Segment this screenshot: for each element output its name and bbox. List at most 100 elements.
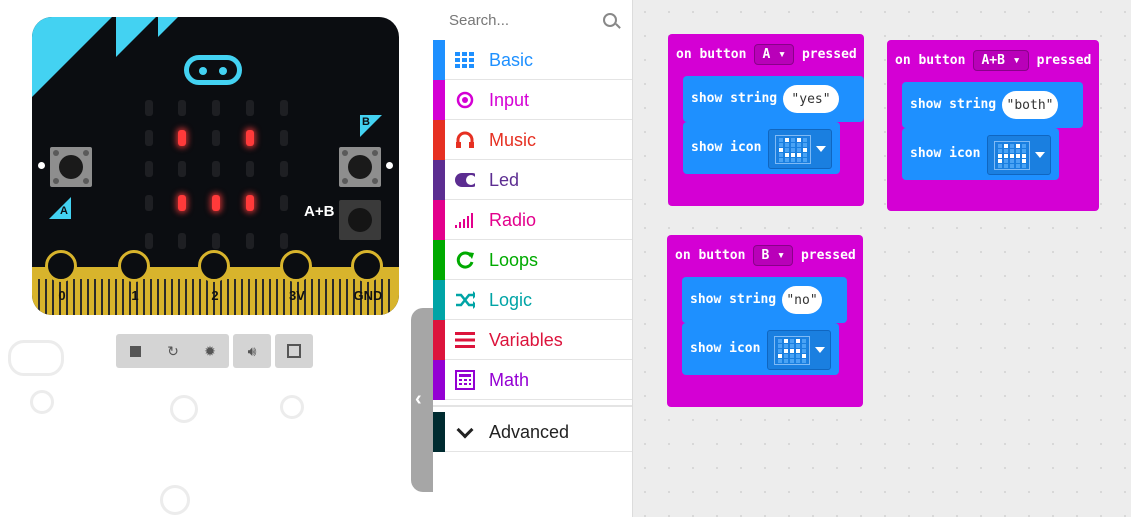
restart-icon[interactable]: ↻	[154, 334, 192, 368]
icon-picker-dropdown[interactable]	[987, 135, 1051, 175]
background-decoration	[30, 390, 54, 414]
icon-pixel	[778, 349, 782, 353]
edge-strip	[94, 279, 96, 315]
toolbox-category-math[interactable]: Math	[433, 360, 632, 400]
button-a[interactable]	[50, 147, 92, 187]
toggle-icon	[455, 170, 475, 190]
toolbox-category-advanced[interactable]: Advanced	[433, 412, 632, 452]
button-dropdown[interactable]: A+B ▾	[973, 49, 1029, 71]
show-string-block[interactable]: show string "yes"	[683, 76, 864, 122]
toolbox-category-loops[interactable]: Loops	[433, 240, 632, 280]
category-label: Music	[489, 130, 537, 150]
led-4-1	[178, 233, 186, 249]
toolbox-category-radio[interactable]: Radio	[433, 200, 632, 240]
button-dropdown[interactable]: A ▾	[754, 43, 794, 65]
category-label: Basic	[489, 50, 534, 70]
string-value-input[interactable]: "both"	[1002, 91, 1058, 119]
icon-pixel	[784, 359, 788, 363]
icon-pixel	[791, 153, 795, 157]
search-input[interactable]: Search...	[433, 0, 632, 40]
button-b[interactable]	[339, 147, 381, 187]
sound-button[interactable]: 🔊︎	[233, 334, 271, 368]
icon-pixel	[1022, 154, 1026, 158]
toolbox-category-led[interactable]: Led	[433, 160, 632, 200]
show-string-label: show string	[691, 91, 778, 106]
icon-pixel	[1004, 149, 1008, 153]
toolbox-category-variables[interactable]: Variables	[433, 320, 632, 360]
icon-pixel	[802, 339, 806, 343]
event-block-on-button-pressed[interactable]: on button A ▾ pressed show string "yes" show …	[668, 34, 864, 206]
collapse-simulator-button[interactable]: ‹	[411, 308, 433, 492]
toolbox-category-logic[interactable]: Logic	[433, 280, 632, 320]
pin-1[interactable]: 1	[118, 250, 152, 303]
blocks-workspace[interactable]: on button A ▾ pressed show string "yes" show …	[633, 0, 1131, 517]
icon-pixel	[803, 143, 807, 147]
category-color-bar	[433, 40, 445, 80]
category-label: Logic	[489, 290, 533, 310]
icon-pixel	[790, 344, 794, 348]
icon-pixel	[802, 359, 806, 363]
chevron-down-icon	[815, 347, 825, 353]
background-decoration	[280, 395, 304, 419]
show-icon-block[interactable]: show icon	[683, 122, 840, 174]
edge-strip	[248, 279, 250, 315]
board-corner-decoration	[32, 17, 112, 97]
category-color-bar	[433, 200, 445, 240]
led-4-4	[280, 233, 288, 249]
event-label: on button	[675, 247, 746, 263]
show-string-block[interactable]: show string "both"	[902, 82, 1083, 128]
pin-hole	[280, 250, 312, 282]
icon-pixel	[796, 354, 800, 358]
icon-pixel	[779, 148, 783, 152]
edge-strip	[262, 279, 264, 315]
pin-label: 2	[211, 288, 219, 303]
show-string-label: show string	[910, 97, 997, 112]
show-icon-block[interactable]: show icon	[902, 128, 1059, 180]
stop-icon[interactable]	[116, 334, 154, 368]
led-1-2	[212, 130, 220, 146]
led-2-1	[178, 161, 186, 177]
led-4-0	[145, 233, 153, 249]
debug-icon[interactable]: ✹	[191, 334, 229, 368]
toolbox-category-input[interactable]: Input	[433, 80, 632, 120]
led-0-3	[246, 100, 254, 116]
icon-pixel	[803, 158, 807, 162]
icon-pixel	[796, 339, 800, 343]
icon-picker-dropdown[interactable]	[767, 330, 831, 370]
pin-gnd[interactable]: GND	[351, 250, 385, 303]
button-dropdown[interactable]: B ▾	[753, 244, 793, 266]
led-1-0	[145, 130, 153, 146]
string-value-input[interactable]: "yes"	[783, 85, 839, 113]
toolbox-category-music[interactable]: Music	[433, 120, 632, 160]
category-label: Radio	[489, 210, 537, 230]
icon-pixel	[779, 158, 783, 162]
event-block-on-button-pressed[interactable]: on button A+B ▾ pressed show string "both" sh…	[887, 40, 1099, 211]
icon-picker-dropdown[interactable]	[768, 129, 832, 169]
pin-3v[interactable]: 3V	[280, 250, 314, 303]
icon-pixel	[1022, 149, 1026, 153]
toolbox-category-basic[interactable]: Basic	[433, 40, 632, 80]
icon-pixel	[791, 143, 795, 147]
pin-0[interactable]: 0	[45, 250, 79, 303]
icon-pixel	[1016, 154, 1020, 158]
event-block-on-button-pressed[interactable]: on button B ▾ pressed show string "no" show i…	[667, 235, 863, 407]
pin-2[interactable]: 2	[198, 250, 232, 303]
search-icon[interactable]	[603, 13, 617, 27]
icon-pixel	[791, 138, 795, 142]
category-label: Loops	[489, 250, 539, 270]
fullscreen-button[interactable]	[275, 334, 313, 368]
sim-controls-group: ↻ ✹	[116, 334, 229, 368]
button-a-label: A	[60, 205, 68, 217]
show-string-block[interactable]: show string "no"	[682, 277, 847, 323]
simulator-panel: A B A+B 0 1 2 3V GND ↻ ✹ 🔊︎	[0, 0, 433, 517]
edge-strip	[171, 279, 173, 315]
search-placeholder: Search...	[449, 12, 510, 29]
show-icon-block[interactable]: show icon	[682, 323, 839, 375]
icon-pixel	[803, 138, 807, 142]
button-ab[interactable]	[339, 200, 381, 240]
led-1-4	[280, 130, 288, 146]
string-value-input[interactable]: "no"	[782, 286, 822, 314]
icon-pixel	[803, 148, 807, 152]
led-3-4	[280, 195, 288, 211]
icon-pixel	[1010, 144, 1014, 148]
